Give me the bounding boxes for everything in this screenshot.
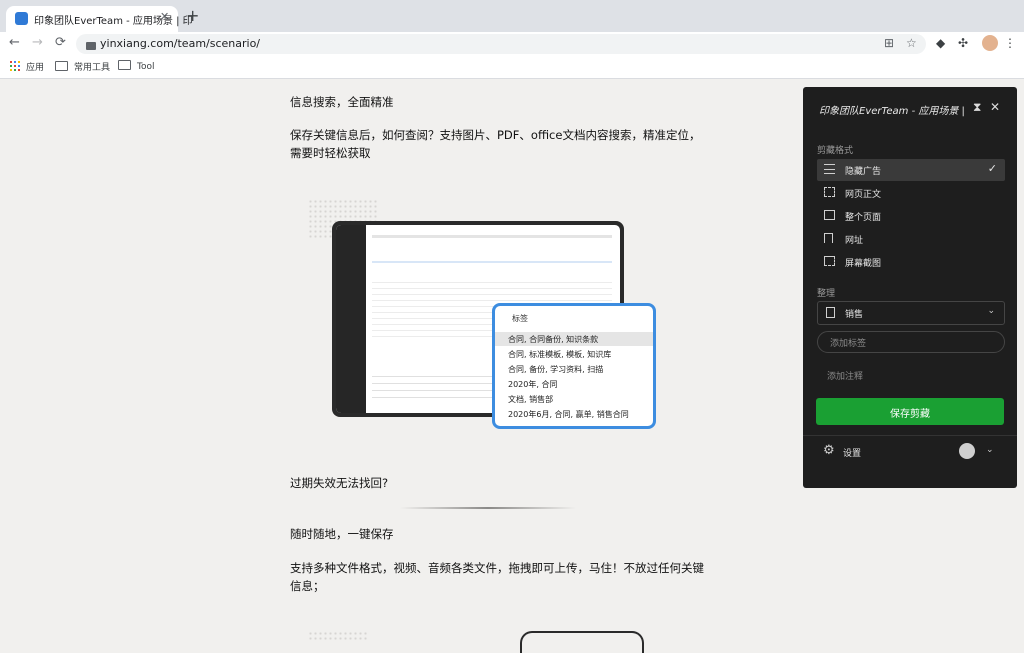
screenshot-icon (824, 256, 835, 266)
puzzle-extensions-icon[interactable]: ✣ (958, 36, 968, 50)
paragraph-save-1: 支持多种文件格式，视频、音频各类文件，拖拽即可上传，马住！不放过任何关键 (290, 561, 704, 575)
back-arrow-icon[interactable]: ← (9, 35, 20, 50)
next-illustration-top (520, 631, 644, 653)
chevron-down-icon: ⌄ (987, 306, 995, 316)
clip-option-label: 隐藏广告 (845, 167, 882, 177)
apps-grid-icon (10, 61, 20, 71)
app-sidebar-mock (336, 225, 366, 413)
hide-ads-icon (824, 164, 835, 174)
clip-option-label: 网页正文 (845, 190, 882, 200)
clip-option-label: 网址 (845, 236, 864, 246)
tag-row: 文档, 销售部 (508, 395, 554, 404)
clip-option-label: 整个页面 (845, 213, 882, 223)
notebook-icon (826, 307, 835, 318)
notebook-select[interactable]: 销售 ⌄ (817, 301, 1005, 325)
divider (803, 435, 1017, 436)
tag-row: 合同, 合同备份, 知识条款 (508, 335, 599, 344)
clipper-page-title: 印象团队EverTeam - 应用场景 | 印 (819, 106, 964, 117)
clip-option-label: 屏幕截图 (845, 259, 882, 269)
save-clip-label: 保存剪藏 (890, 409, 930, 420)
tab-bar: 印象团队EverTeam - 应用场景 | 印 ✕ + (0, 0, 1024, 32)
bookmark-tool[interactable]: Tool (118, 60, 154, 72)
forward-arrow-icon[interactable]: → (32, 35, 43, 50)
account-avatar[interactable] (959, 443, 975, 459)
web-clipper-panel: 印象团队EverTeam - 应用场景 | 印 ⧗ ✕ 剪藏格式 隐藏广告 ✓ … (803, 87, 1017, 488)
new-tab-button[interactable]: + (186, 6, 199, 25)
tag-row: 2020年6月, 合同, 赢单, 销售合同 (508, 410, 629, 419)
lock-icon (86, 42, 96, 50)
section-heading-expired: 过期失效无法找回? (290, 476, 389, 490)
clip-option-screenshot[interactable]: 屏幕截图 (817, 251, 1005, 273)
reload-icon[interactable]: ⟳ (55, 35, 66, 50)
everteam-favicon-icon (15, 12, 28, 25)
address-bar: ← → ⟳ yinxiang.com/team/scenario/ ⊞ ☆ ◆ … (0, 32, 1024, 56)
menu-kebab-icon[interactable]: ⋮ (1004, 36, 1016, 50)
profile-avatar[interactable] (982, 35, 998, 51)
bookmark-apps[interactable]: 应用 (26, 60, 44, 73)
omnibox[interactable]: yinxiang.com/team/scenario/ ⊞ ☆ (76, 34, 926, 54)
qr-code-icon[interactable]: ⊞ (884, 36, 894, 50)
article-icon (824, 187, 835, 197)
tag-row: 合同, 备份, 学习资料, 扫描 (508, 365, 604, 374)
browser-tab[interactable]: 印象团队EverTeam - 应用场景 | 印 ✕ (6, 6, 193, 32)
product-illustration: 标签 合同, 合同备份, 知识条款 合同, 标准模板, 模板, 知识库 合同, … (308, 199, 656, 429)
dot-pattern (308, 631, 368, 641)
clip-format-label: 剪藏格式 (817, 146, 854, 156)
bookmarks-bar: 应用 常用工具 Tool (0, 56, 1024, 79)
organize-label: 整理 (817, 289, 836, 299)
clip-option-url[interactable]: 网址 (817, 228, 1005, 250)
tag-popup-header: 标签 (512, 314, 528, 323)
section-heading-save: 随时随地，一键保存 (290, 527, 394, 541)
paragraph-search-2: 需要时轻松获取 (290, 146, 371, 160)
full-page-icon (824, 210, 835, 220)
section-divider (400, 507, 576, 509)
settings-link[interactable]: 设置 (843, 446, 861, 459)
tag-input[interactable]: 添加标签 (817, 331, 1005, 353)
notebook-name: 销售 (845, 310, 864, 320)
bookmark-label: 常用工具 (74, 63, 111, 73)
mock-line (372, 261, 612, 263)
close-tab-icon[interactable]: ✕ (160, 10, 169, 23)
tag-row: 合同, 标准模板, 模板, 知识库 (508, 350, 612, 359)
close-icon[interactable]: ✕ (990, 100, 1000, 114)
paragraph-save-2: 信息； (290, 579, 325, 593)
bookmark-label: Tool (137, 62, 155, 72)
section-heading-search: 信息搜索，全面精准 (290, 95, 394, 109)
note-input[interactable]: 添加注释 (827, 369, 863, 382)
chevron-down-icon[interactable]: ⌄ (986, 445, 994, 455)
bookmark-icon (824, 233, 833, 243)
bookmark-common-tools[interactable]: 常用工具 (55, 60, 110, 73)
url-text[interactable]: yinxiang.com/team/scenario/ (100, 37, 260, 50)
mock-note-text (372, 370, 492, 400)
folder-icon (118, 60, 131, 70)
clip-option-article[interactable]: 网页正文 (817, 182, 1005, 204)
tag-input-placeholder: 添加标签 (830, 339, 867, 349)
tag-row: 2020年, 合同 (508, 380, 558, 389)
folder-icon (55, 61, 68, 71)
hourglass-icon[interactable]: ⧗ (973, 100, 981, 115)
star-icon[interactable]: ☆ (906, 36, 917, 50)
checkmark-icon: ✓ (987, 162, 997, 175)
clip-option-full-page[interactable]: 整个页面 (817, 205, 1005, 227)
save-clip-button[interactable]: 保存剪藏 (816, 398, 1004, 425)
clip-option-hide-ads[interactable]: 隐藏广告 ✓ (817, 159, 1005, 181)
evernote-extension-icon[interactable]: ◆ (936, 36, 945, 50)
tag-popup: 标签 合同, 合同备份, 知识条款 合同, 标准模板, 模板, 知识库 合同, … (492, 303, 656, 429)
mock-line (372, 235, 612, 238)
gear-icon[interactable]: ⚙ (823, 443, 835, 458)
paragraph-search-1: 保存关键信息后，如何查阅？支持图片、PDF、office文档内容搜索，精准定位， (290, 128, 701, 142)
